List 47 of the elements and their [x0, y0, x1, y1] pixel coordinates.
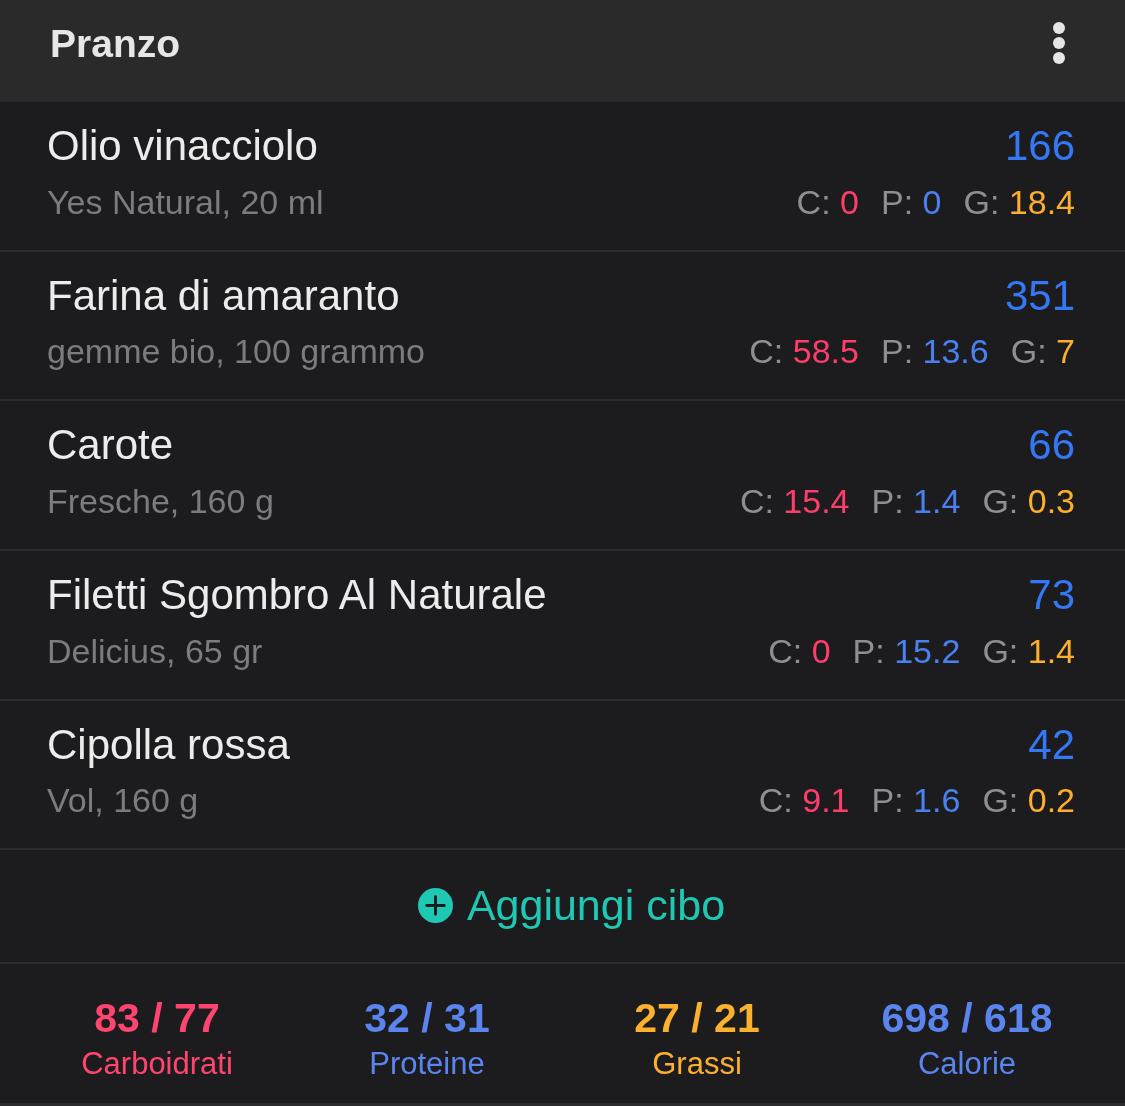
total-label: Proteine	[369, 1044, 485, 1083]
food-detail: Yes Natural, 20 ml	[47, 182, 324, 222]
macro-value: G: 1.4	[982, 631, 1075, 671]
food-row[interactable]: Filetti Sgombro Al Naturale 73 Delicius, 65 gr C: 0 P: 15.2 G: 1.4	[0, 551, 1125, 701]
total-label: Grassi	[652, 1044, 742, 1083]
food-detail: Fresche, 160 g	[47, 481, 274, 521]
food-name: Carote	[47, 421, 174, 470]
macro-value: G: 7	[1010, 332, 1075, 372]
food-calories: 66	[1028, 421, 1075, 470]
meal-title: Pranzo	[50, 22, 181, 66]
total-label: Calorie	[917, 1044, 1017, 1083]
food-row[interactable]: Carote 66 Fresche, 160 g C: 15.4 P: 1.4 G: 0.3	[0, 401, 1125, 551]
macro-value: P: 0	[880, 182, 942, 222]
food-row[interactable]: Farina di amaranto 351 gemme bio, 100 grammo C: 58.5 P: 13.6 G: 7	[0, 251, 1125, 402]
food-detail: Vol, 160 g	[47, 781, 199, 821]
macro-value: C: 0	[796, 182, 859, 222]
total-label: Carboidrati	[81, 1044, 233, 1083]
food-row[interactable]: Olio vinacciolo 166 Yes Natural, 20 ml C: 0 P: 0 G: 18.4	[0, 102, 1125, 252]
macro-value: C: 58.5	[749, 332, 859, 372]
food-calories: 351	[1004, 271, 1075, 320]
macro-value: C: 9.1	[758, 781, 850, 821]
macro-value: C: 0	[768, 631, 831, 671]
food-detail: gemme bio, 100 grammo	[47, 332, 425, 372]
total-value: 83 / 77	[94, 993, 220, 1042]
macro-value: G: 0.3	[982, 481, 1075, 521]
food-row[interactable]: Cipolla rossa 42 Vol, 160 g C: 9.1 P: 1.6 G: 0.2	[0, 700, 1125, 851]
total-value: 27 / 21	[634, 993, 760, 1042]
macro-value: P: 15.2	[852, 631, 961, 671]
macro-value: C: 15.4	[739, 481, 850, 521]
plus-circle-icon	[417, 888, 453, 924]
food-name: Filetti Sgombro Al Naturale	[47, 571, 547, 619]
macro-value: G: 18.4	[963, 182, 1075, 222]
food-detail: Delicius, 65 gr	[47, 631, 263, 671]
food-calories: 166	[1004, 122, 1075, 170]
macro-value: P: 13.6	[880, 332, 989, 372]
macro-value: P: 1.6	[871, 781, 961, 821]
total-value: 32 / 31	[364, 993, 490, 1042]
food-calories: 42	[1028, 720, 1075, 769]
food-name: Farina di amaranto	[47, 271, 400, 320]
add-food-button[interactable]: Aggiungi cibo	[417, 881, 726, 931]
macro-value: G: 0.2	[982, 781, 1075, 821]
food-name: Cipolla rossa	[47, 720, 290, 769]
macro-value: P: 1.4	[871, 481, 961, 521]
food-calories: 73	[1028, 571, 1075, 619]
food-name: Olio vinacciolo	[47, 122, 318, 170]
total-value: 698 / 618	[881, 993, 1053, 1042]
more-vertical-icon	[1052, 21, 1066, 65]
